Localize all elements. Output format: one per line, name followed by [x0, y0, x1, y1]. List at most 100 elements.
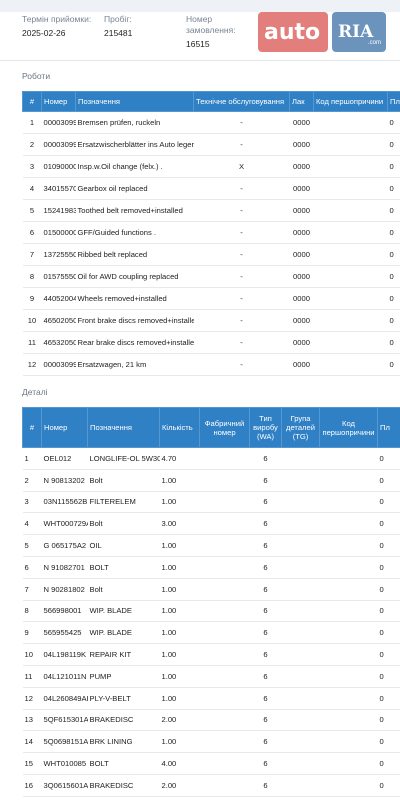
cell-fab — [199, 512, 250, 536]
parts-header-row: # Номер Позначення Кількість Фабричний н… — [22, 407, 400, 448]
cell-pl: 0 — [377, 774, 400, 797]
cell-pl: 0 — [387, 287, 400, 310]
col-cause-code: Код першопричини — [319, 407, 378, 448]
col-product-type: Тип виробу (WA) — [249, 407, 282, 448]
cell-desc: Front brake discs removed+installed — [75, 309, 194, 332]
cell-to: - — [193, 287, 290, 310]
cell-tg — [281, 556, 320, 579]
table-row: 14 5Q0698151AJ BRK LINING 1.00 6 0 — [22, 730, 400, 754]
table-row: 4340155700Gearbox oil replaced-00000 — [22, 177, 400, 200]
table-row: 15 WHT010085 BOLT 4.00 6 0 — [22, 752, 400, 775]
col-pl: Пл — [377, 407, 400, 448]
cell-n: 12 — [22, 687, 42, 710]
cell-qty: 1.00 — [159, 687, 200, 710]
table-row: 10 04L198119K REPAIR KIT 1.00 6 0 — [22, 643, 400, 666]
cell-wa: 6 — [249, 469, 282, 492]
cell-pl: 0 — [377, 512, 400, 536]
cell-desc: OIL — [87, 534, 160, 557]
col-cause-code: Код першопричини — [313, 91, 388, 112]
cell-qty: 2.00 — [159, 709, 200, 732]
cell-kod — [319, 447, 378, 470]
cell-kod — [319, 512, 378, 536]
cell-to: - — [193, 353, 290, 376]
cell-num: 04L198119K — [41, 643, 88, 666]
cell-wa: 6 — [249, 774, 282, 797]
table-row: 11 04L121011N PUMP 1.00 6 0 — [22, 665, 400, 688]
cell-desc: GFF/Guided functions . — [75, 221, 194, 244]
cell-n: 8 — [22, 600, 42, 623]
cell-wa: 6 — [249, 578, 282, 601]
cell-n: 1 — [22, 111, 42, 134]
col-parts-group: Група деталей (TG) — [281, 407, 320, 448]
cell-kod — [319, 469, 378, 492]
table-row: 1 OEL012 LONGLIFE-OL 5W30 4.70 6 0 — [22, 447, 400, 470]
cell-n: 4 — [22, 512, 42, 536]
cell-kod — [313, 111, 388, 134]
cell-num: G 065175A2 — [41, 534, 88, 557]
cell-pl: 0 — [387, 199, 400, 222]
cell-tg — [281, 665, 320, 688]
cell-pl: 0 — [387, 265, 400, 288]
cell-qty: 2.00 — [159, 774, 200, 797]
cell-n: 16 — [22, 774, 42, 797]
cell-desc: BRAKEDISC — [87, 709, 160, 732]
table-row: 7137255500Ribbed belt replaced-00000 — [22, 243, 400, 266]
cell-desc: Gearbox oil replaced — [75, 177, 194, 200]
cell-fab — [199, 621, 250, 645]
cell-wa: 6 — [249, 752, 282, 775]
cell-pl: 0 — [377, 600, 400, 623]
cell-desc: PLY-V-BELT — [87, 687, 160, 710]
cell-pl: 0 — [377, 534, 400, 557]
cell-kod — [319, 556, 378, 579]
cell-n: 12 — [22, 353, 42, 376]
cell-qty: 3.00 — [159, 512, 200, 536]
cell-n: 11 — [22, 331, 42, 354]
cell-qty: 1.00 — [159, 469, 200, 492]
cell-num: 03N115562B — [41, 491, 88, 514]
cell-n: 2 — [22, 469, 42, 492]
col-designation: Позначення — [75, 91, 194, 112]
table-row: 9 565955425 WIP. BLADE 1.00 6 0 — [22, 621, 400, 645]
cell-kod — [319, 752, 378, 775]
cell-num: 440520040 — [41, 287, 76, 310]
cell-desc: Ribbed belt replaced — [75, 243, 194, 266]
cell-wa: 6 — [249, 665, 282, 688]
cell-wa: 6 — [249, 491, 282, 514]
cell-desc: Bolt — [87, 578, 160, 601]
auto-logo: auto — [258, 12, 328, 52]
cell-fab — [199, 752, 250, 775]
cell-to: - — [193, 221, 290, 244]
cell-desc: WIP. BLADE — [87, 621, 160, 645]
cell-desc: Rear brake discs removed+installed — [75, 331, 194, 354]
col-pl: Пл — [387, 91, 400, 112]
cell-num: 565955425 — [41, 621, 88, 645]
order-number-field: Номер замовлення: 16515 — [186, 14, 256, 50]
cell-wa: 6 — [249, 512, 282, 536]
cell-desc: Ersatzwagen, 21 km — [75, 353, 194, 376]
mileage-field: Пробіг: 215481 — [104, 14, 132, 39]
top-bar — [0, 0, 400, 12]
cell-n: 1 — [22, 447, 42, 470]
divider — [0, 60, 400, 61]
cell-kod — [313, 221, 388, 244]
cell-qty: 1.00 — [159, 491, 200, 514]
cell-qty: 1.00 — [159, 534, 200, 557]
cell-pl: 0 — [387, 155, 400, 178]
reception-date-field: Термін прийомки: 2025-02-26 — [22, 14, 91, 39]
cell-tg — [281, 447, 320, 470]
table-row: 11465320500Rear brake discs removed+inst… — [22, 331, 400, 354]
cell-pl: 0 — [377, 469, 400, 492]
cell-kod — [313, 309, 388, 332]
cell-desc: REPAIR KIT — [87, 643, 160, 666]
cell-pl: 0 — [377, 643, 400, 666]
cell-desc: Wheels removed+installed — [75, 287, 194, 310]
cell-kod — [319, 730, 378, 754]
cell-lak: 0000 — [289, 221, 314, 244]
table-row: 13 5QF615301A BRAKEDISC 2.00 6 0 — [22, 709, 400, 732]
table-row: 2000030999Ersatzwischerblätter ins Auto … — [22, 133, 400, 156]
cell-pl: 0 — [377, 687, 400, 710]
reception-date-label: Термін прийомки: — [22, 14, 92, 24]
cell-kod — [313, 287, 388, 310]
cell-fab — [199, 687, 250, 710]
cell-pl: 0 — [387, 331, 400, 354]
